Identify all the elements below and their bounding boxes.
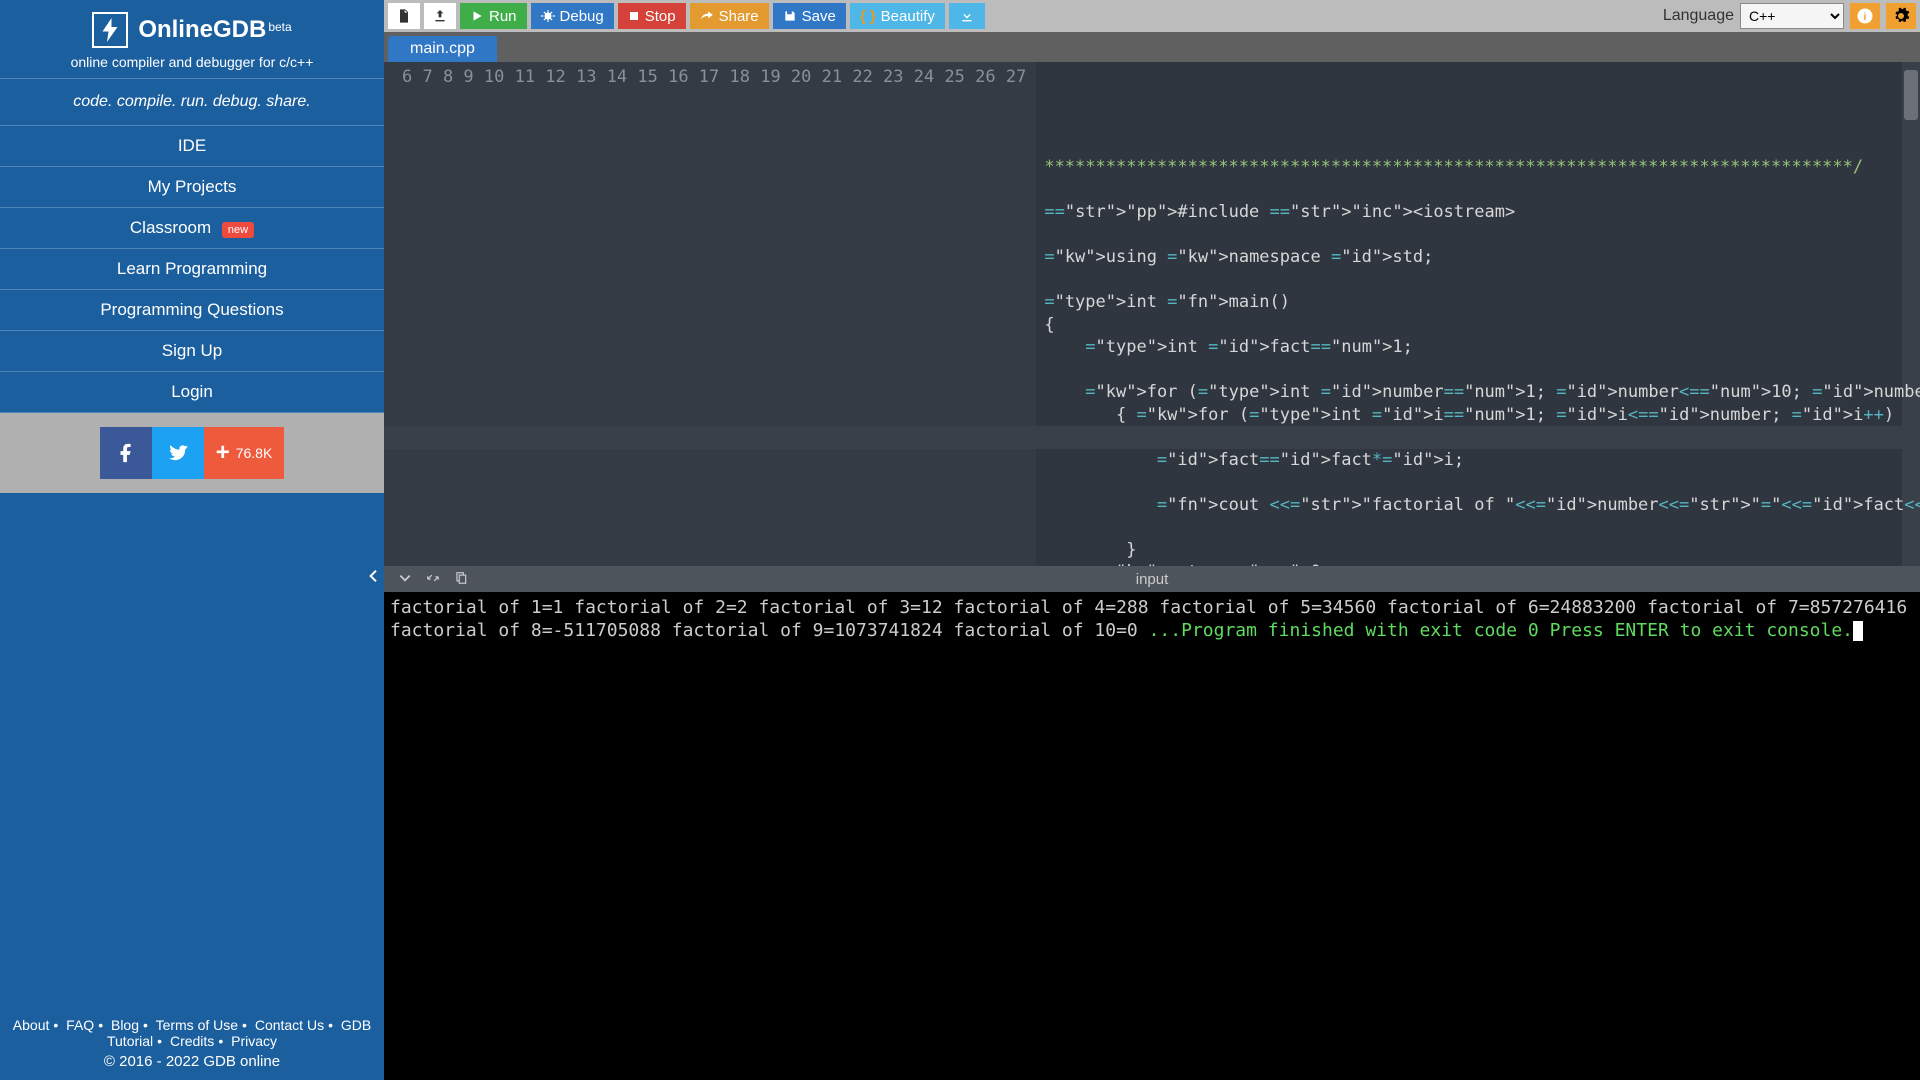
stop-icon (628, 10, 640, 22)
share-count-value: 76.8K (236, 445, 273, 461)
tagline: code. compile. run. debug. share. (0, 78, 384, 126)
save-button[interactable]: Save (773, 3, 846, 29)
debug-button[interactable]: Debug (531, 3, 614, 29)
stop-button[interactable]: Stop (618, 3, 686, 29)
code-area[interactable]: ****************************************… (1036, 62, 1920, 566)
play-icon (470, 9, 484, 23)
tab-bar: main.cpp (384, 32, 1920, 62)
footer-terms[interactable]: Terms of Use (156, 1017, 238, 1033)
footer-blog[interactable]: Blog (111, 1017, 139, 1033)
language-select[interactable]: C++ (1740, 3, 1844, 29)
nav: IDE My Projects Classroom new Learn Prog… (0, 126, 384, 413)
nav-classroom-label: Classroom (130, 218, 211, 237)
social-row: + 76.8K (0, 413, 384, 493)
toolbar: Run Debug Stop Share Save { } Beautify L… (384, 0, 1920, 32)
nav-login[interactable]: Login (0, 372, 384, 413)
footer-privacy[interactable]: Privacy (231, 1033, 277, 1049)
main: Run Debug Stop Share Save { } Beautify L… (384, 0, 1920, 1080)
footer-faq[interactable]: FAQ (66, 1017, 94, 1033)
console-expand-button[interactable] (426, 571, 440, 588)
twitter-button[interactable] (152, 427, 204, 479)
line-gutter: 6 7 8 9 10 11 12 13 14 15 16 17 18 19 20… (384, 62, 1036, 566)
footer-contact[interactable]: Contact Us (255, 1017, 324, 1033)
footer-about[interactable]: About (13, 1017, 50, 1033)
nav-sign-up[interactable]: Sign Up (0, 331, 384, 372)
new-file-button[interactable] (388, 3, 420, 29)
scrollbar-thumb[interactable] (1904, 70, 1918, 120)
braces-icon: { } (860, 8, 876, 25)
share-icon (700, 9, 714, 23)
download-button[interactable] (949, 3, 985, 29)
info-button[interactable]: i (1850, 3, 1880, 29)
brand-title: OnlineGDB (138, 16, 266, 43)
settings-button[interactable] (1886, 3, 1916, 29)
share-button[interactable]: Share (690, 3, 769, 29)
nav-classroom[interactable]: Classroom new (0, 208, 384, 249)
share-count-button[interactable]: + 76.8K (204, 427, 285, 479)
nav-my-projects[interactable]: My Projects (0, 167, 384, 208)
nav-learn-programming[interactable]: Learn Programming (0, 249, 384, 290)
beautify-button[interactable]: { } Beautify (850, 3, 945, 29)
facebook-button[interactable] (100, 427, 152, 479)
upload-button[interactable] (424, 3, 456, 29)
chevron-left-icon (366, 568, 382, 584)
brand-beta: beta (268, 20, 291, 34)
bug-icon (541, 9, 555, 23)
gear-icon (1892, 7, 1910, 25)
plus-icon: + (216, 439, 230, 467)
logo-area: OnlineGDBbeta online compiler and debugg… (0, 0, 384, 78)
svg-text:i: i (1864, 11, 1867, 23)
console-output[interactable]: factorial of 1=1 factorial of 2=2 factor… (384, 592, 1920, 1080)
collapse-sidebar-button[interactable] (364, 554, 384, 598)
run-button[interactable]: Run (460, 3, 527, 29)
sidebar: OnlineGDBbeta online compiler and debugg… (0, 0, 384, 1080)
language-label: Language (1663, 7, 1734, 25)
console-copy-button[interactable] (454, 571, 468, 588)
copy-icon (454, 571, 468, 585)
nav-programming-questions[interactable]: Programming Questions (0, 290, 384, 331)
brand-subtitle: online compiler and debugger for c/c++ (0, 54, 384, 70)
new-file-icon (396, 8, 412, 24)
footer-links: About• FAQ• Blog• Terms of Use• Contact … (0, 1017, 384, 1053)
tab-main-cpp[interactable]: main.cpp (388, 36, 497, 62)
upload-icon (432, 8, 448, 24)
info-icon: i (1856, 7, 1874, 25)
expand-icon (426, 571, 440, 585)
download-icon (959, 8, 975, 24)
console-bar: input (384, 566, 1920, 592)
code-editor[interactable]: 6 7 8 9 10 11 12 13 14 15 16 17 18 19 20… (384, 62, 1920, 566)
footer-credits[interactable]: Credits (170, 1033, 214, 1049)
logo-icon (92, 12, 128, 48)
console-title: input (1136, 571, 1169, 588)
copyright: © 2016 - 2022 GDB online (0, 1053, 384, 1080)
badge-new: new (222, 222, 254, 238)
nav-ide[interactable]: IDE (0, 126, 384, 167)
save-icon (783, 9, 797, 23)
console-collapse-button[interactable] (398, 571, 412, 588)
chevron-down-icon (398, 571, 412, 585)
